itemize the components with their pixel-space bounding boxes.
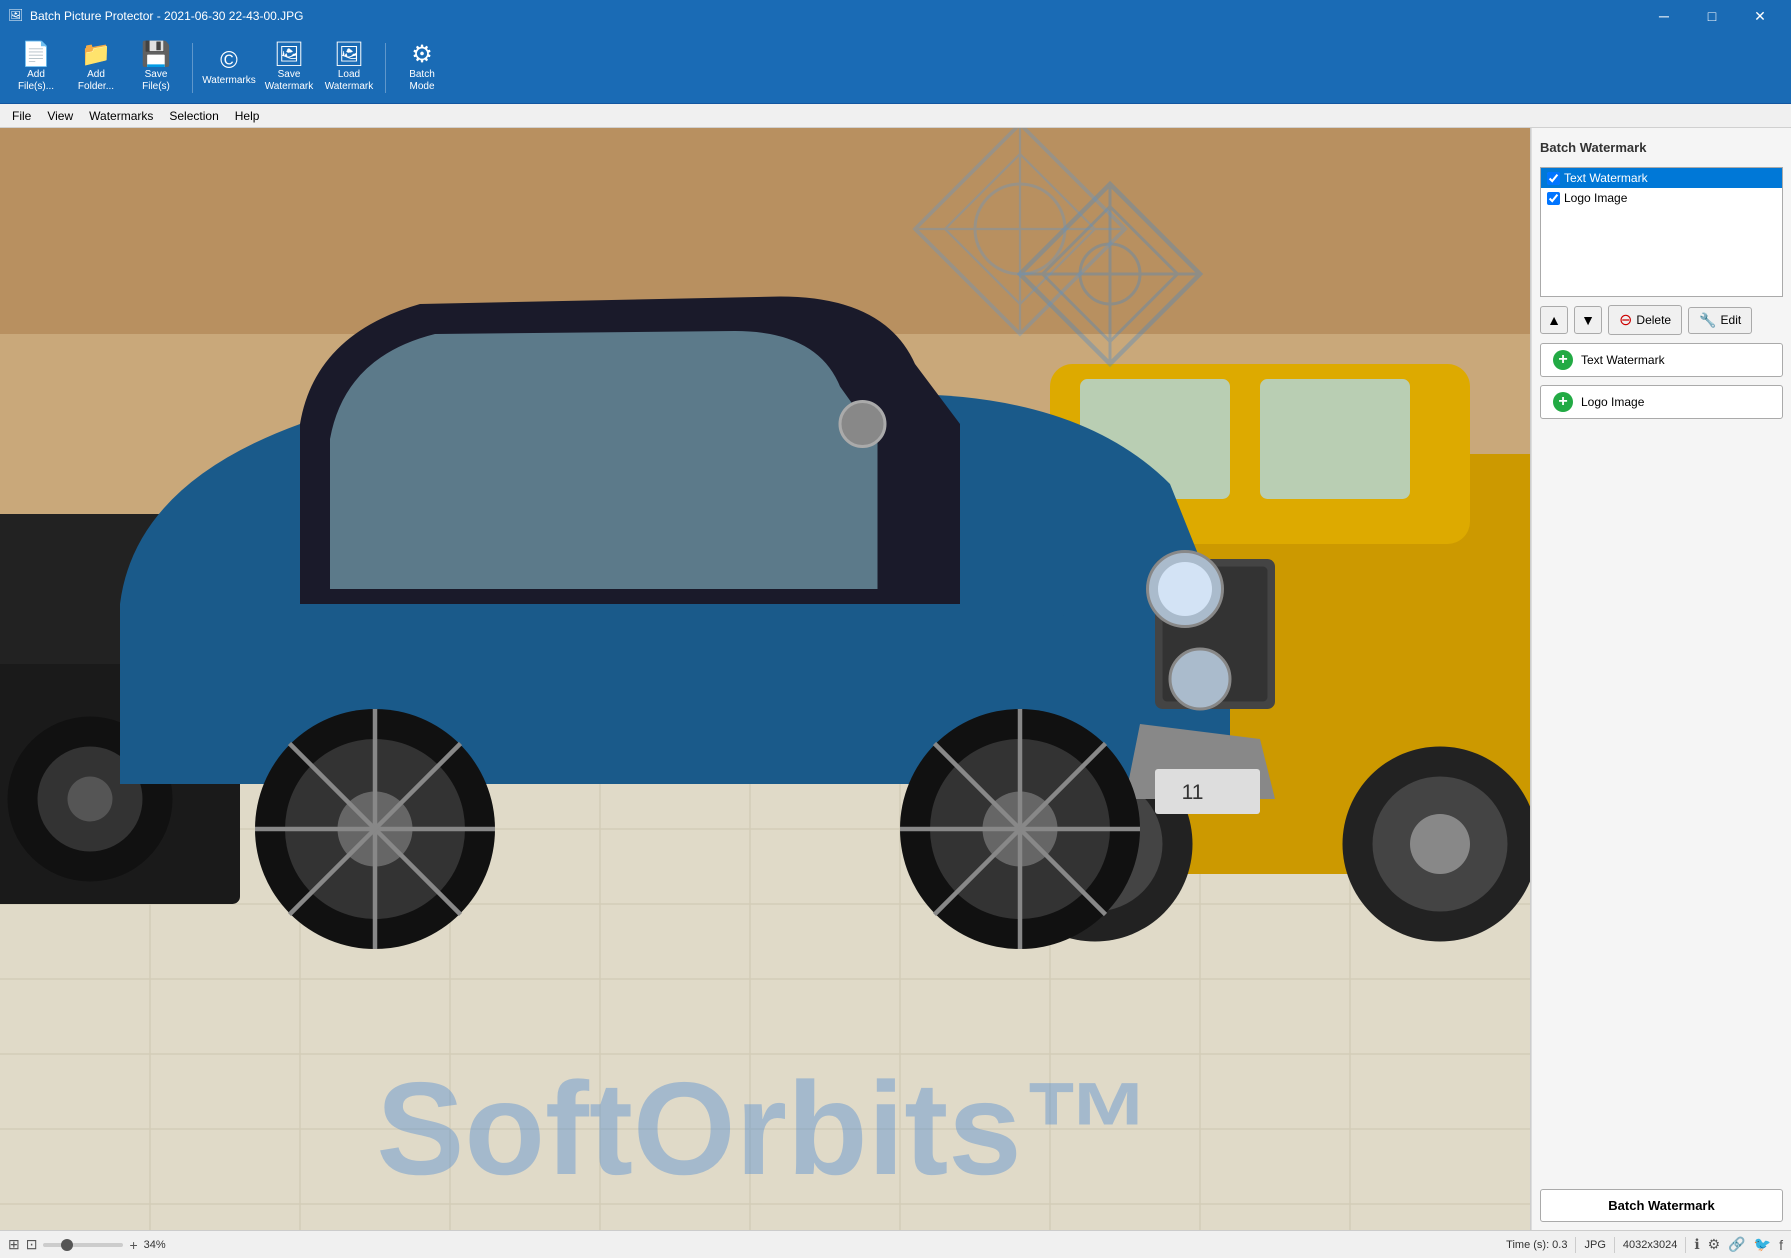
share-icon[interactable]: 🔗 [1728,1236,1745,1253]
add-text-watermark-label: Text Watermark [1581,353,1665,367]
status-left: ⊞ ⊡ + 34% [8,1236,1498,1253]
menu-view[interactable]: View [39,107,81,125]
menu-watermarks[interactable]: Watermarks [81,107,161,125]
watermark-item-text[interactable]: Text Watermark [1541,168,1782,188]
title-bar: 🖼 Batch Picture Protector - 2021-06-30 2… [0,0,1791,32]
watermark-item-logo[interactable]: Logo Image [1541,188,1782,208]
toolbar-separator-2 [385,43,386,93]
fit-icon[interactable]: ⊞ [8,1236,20,1253]
actual-size-icon[interactable]: ⊡ [26,1236,38,1253]
add-folder-label: AddFolder... [78,69,114,93]
logo-image-checkbox[interactable] [1547,192,1560,205]
watermarks-icon: © [220,49,238,73]
wrench-icon: 🔧 [1699,312,1716,329]
time-label: Time (s): 0.3 [1506,1239,1567,1251]
app-icon: 🖼 [8,8,24,24]
status-sep-1 [1575,1237,1576,1253]
add-files-icon: 📄 [21,43,51,67]
menubar: File View Watermarks Selection Help [0,104,1791,128]
title-bar-left: 🖼 Batch Picture Protector - 2021-06-30 2… [8,8,303,24]
add-folder-icon: 📁 [81,43,111,67]
move-up-button[interactable]: ▲ [1540,306,1568,334]
toolbar: 📄 AddFile(s)... 📁 AddFolder... 💾 SaveFil… [0,32,1791,104]
svg-text:SoftOrbits™: SoftOrbits™ [376,1055,1153,1202]
logo-image-label: Logo Image [1564,191,1627,205]
zoom-level: 34% [144,1239,166,1251]
add-files-button[interactable]: 📄 AddFile(s)... [8,37,64,99]
main-area: 11 [0,128,1791,1230]
svg-text:11: 11 [1182,781,1204,804]
watermarks-label: Watermarks [202,75,256,87]
zoom-thumb [61,1239,73,1251]
image-canvas: 11 [0,128,1530,1230]
move-down-button[interactable]: ▼ [1574,306,1602,334]
status-sep-2 [1614,1237,1615,1253]
save-files-label: SaveFile(s) [142,69,170,93]
app-title: Batch Picture Protector - 2021-06-30 22-… [30,9,303,23]
panel-spacer [1540,427,1783,1181]
zoom-slider[interactable] [43,1243,123,1247]
save-watermark-button[interactable]: 🖼 SaveWatermark [261,37,317,99]
add-logo-image-icon: + [1553,392,1573,412]
image-panel: 11 [0,128,1531,1230]
minimize-button[interactable]: ─ [1641,0,1687,32]
watermarks-button[interactable]: © Watermarks [201,37,257,99]
edit-label: Edit [1721,313,1742,327]
batch-mode-label: BatchMode [409,69,435,93]
save-files-button[interactable]: 💾 SaveFile(s) [128,37,184,99]
image-dimensions: 4032x3024 [1623,1239,1677,1251]
right-panel: Batch Watermark Text Watermark Logo Imag… [1531,128,1791,1230]
batch-mode-icon: ⚙ [411,43,433,67]
text-watermark-label: Text Watermark [1564,171,1648,185]
save-watermark-label: SaveWatermark [265,69,314,93]
add-text-watermark-button[interactable]: + Text Watermark [1540,343,1783,377]
batch-watermark-button[interactable]: Batch Watermark [1540,1189,1783,1222]
add-folder-button[interactable]: 📁 AddFolder... [68,37,124,99]
panel-title: Batch Watermark [1540,136,1783,159]
save-files-icon: 💾 [141,43,171,67]
title-bar-controls: ─ □ ✕ [1641,0,1783,32]
toolbar-separator-1 [192,43,193,93]
file-format: JPG [1584,1239,1605,1251]
add-files-label: AddFile(s)... [18,69,54,93]
add-logo-image-button[interactable]: + Logo Image [1540,385,1783,419]
save-watermark-icon: 🖼 [274,43,304,67]
add-text-watermark-icon: + [1553,350,1573,370]
load-watermark-icon: 🖼 [334,43,364,67]
batch-mode-button[interactable]: ⚙ BatchMode [394,37,450,99]
list-controls: ▲ ▼ ⊖ Delete 🔧 Edit [1540,305,1783,335]
edit-button[interactable]: 🔧 Edit [1688,307,1752,334]
menu-selection[interactable]: Selection [161,107,226,125]
menu-file[interactable]: File [4,107,39,125]
text-watermark-checkbox[interactable] [1547,172,1560,185]
load-watermark-button[interactable]: 🖼 LoadWatermark [321,37,377,99]
zoom-in-icon[interactable]: + [129,1237,137,1253]
status-bar: ⊞ ⊡ + 34% Time (s): 0.3 JPG 4032x3024 ℹ … [0,1230,1791,1258]
delete-icon: ⊖ [1619,310,1632,330]
maximize-button[interactable]: □ [1689,0,1735,32]
delete-button[interactable]: ⊖ Delete [1608,305,1682,335]
load-watermark-label: LoadWatermark [325,69,374,93]
status-right: Time (s): 0.3 JPG 4032x3024 ℹ ⚙ 🔗 🐦 f [1506,1236,1783,1253]
add-logo-image-label: Logo Image [1581,395,1644,409]
close-button[interactable]: ✕ [1737,0,1783,32]
menu-help[interactable]: Help [227,107,268,125]
settings-icon[interactable]: ⚙ [1708,1236,1721,1253]
status-sep-3 [1685,1237,1686,1253]
car-image-svg: 11 [0,128,1530,1230]
batch-watermark-label: Batch Watermark [1608,1198,1714,1213]
social-icon[interactable]: 🐦 [1754,1236,1771,1253]
social-icon-2[interactable]: f [1779,1237,1783,1253]
watermark-list[interactable]: Text Watermark Logo Image [1540,167,1783,297]
delete-label: Delete [1636,313,1671,327]
info-icon[interactable]: ℹ [1694,1236,1699,1253]
